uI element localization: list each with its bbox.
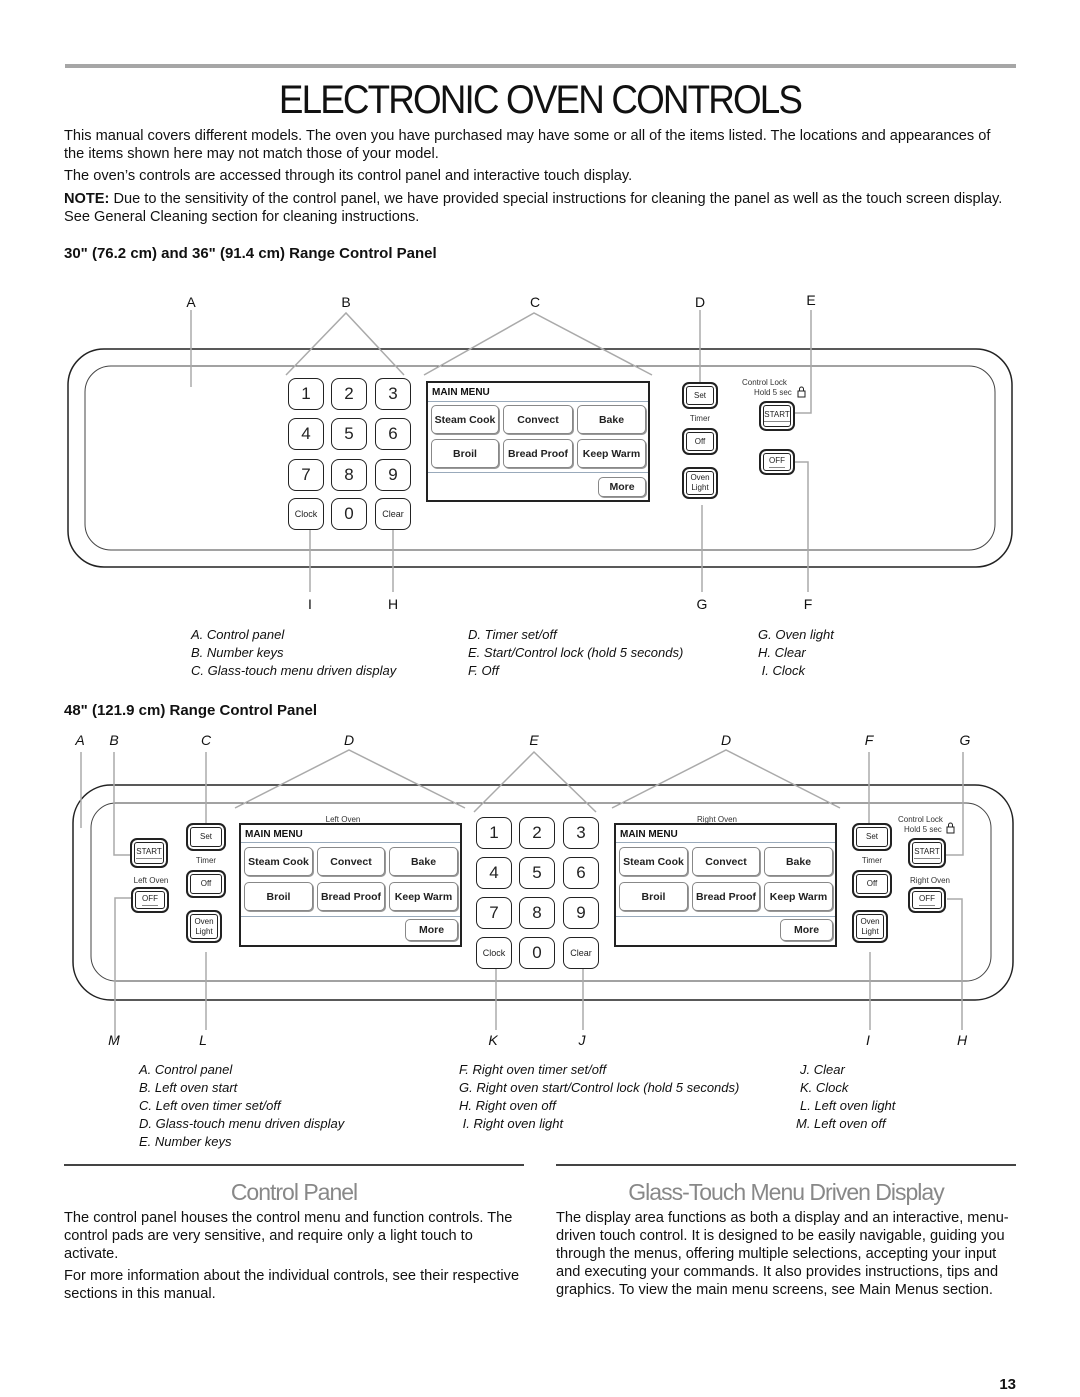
- control-panel-paragraph-1: The control panel houses the control men…: [64, 1210, 513, 1262]
- panel48-label-a: A: [75, 732, 85, 748]
- panel48-left-menu-convect[interactable]: Convect: [317, 847, 385, 876]
- panel48-left-timer-label: Timer: [195, 856, 217, 865]
- panel48-right-menu-steam-cook[interactable]: Steam Cook: [619, 847, 688, 876]
- panel48-label-c: C: [200, 732, 212, 748]
- legend-item: J. Clear: [800, 1062, 845, 1077]
- oven-light-text: Oven Light: [194, 917, 213, 937]
- panel48-right-oven-label: Right Oven: [909, 876, 951, 885]
- panel48-right-timer-label: Timer: [861, 856, 883, 865]
- panel48-label-l: L: [199, 1032, 207, 1048]
- menu-divider: [616, 916, 835, 917]
- panel48-right-timer-set-button[interactable]: Set: [852, 823, 892, 851]
- panel48-key-8[interactable]: 8: [519, 897, 555, 929]
- off-text: OFF: [142, 894, 158, 906]
- control-panel-paragraph-2: For more information about the individua…: [64, 1268, 520, 1302]
- panel48-legend-col1: A. Control panel B. Left oven start C. L…: [139, 1061, 344, 1151]
- menu-divider: [241, 916, 460, 917]
- menu-divider: [241, 842, 460, 843]
- control-lock-line1: Control Lock: [898, 815, 943, 824]
- panel48-label-d-left: D: [343, 732, 355, 748]
- panel48-legend-col3: J. Clear K. Clock L. Left oven light M. …: [796, 1061, 895, 1133]
- control-panel-heading: Control Panel: [230, 1179, 358, 1205]
- oven-light-line1: Oven: [194, 916, 214, 926]
- panel48-key-clock[interactable]: Clock: [476, 937, 512, 969]
- panel48-label-h: H: [956, 1032, 968, 1048]
- oven-light-line2: Light: [861, 926, 879, 936]
- legend-item: B. Left oven start: [139, 1080, 238, 1095]
- panel48-right-menu-header: MAIN MENU: [620, 829, 678, 840]
- off-text: OFF: [919, 894, 935, 906]
- panel48-left-menu-header: MAIN MENU: [245, 829, 303, 840]
- panel48-left-touch-display: MAIN MENU Steam Cook Convect Bake Broil …: [239, 823, 462, 947]
- panel48-right-menu-convect[interactable]: Convect: [692, 847, 760, 876]
- legend-item: G. Right oven start/Control lock (hold 5…: [459, 1080, 740, 1095]
- legend-item: C. Left oven timer set/off: [139, 1098, 281, 1113]
- panel48-key-7[interactable]: 7: [476, 897, 512, 929]
- panel48-left-menu-bread-proof[interactable]: Bread Proof: [317, 882, 385, 911]
- panel48-label-k: K: [488, 1032, 498, 1048]
- panel48-right-menu-keep-warm[interactable]: Keep Warm: [764, 882, 833, 911]
- panel48-left-oven-light-button[interactable]: Oven Light: [186, 910, 222, 943]
- legend-item: I. Right oven light: [459, 1116, 564, 1131]
- panel48-control-lock-label: Control Lock Hold 5 sec: [898, 815, 968, 835]
- panel48-legend-col2: F. Right oven timer set/off G. Right ove…: [459, 1061, 739, 1133]
- panel48-left-timer-off-button[interactable]: Off: [186, 870, 226, 898]
- panel48-left-menu-broil[interactable]: Broil: [244, 882, 313, 911]
- menu-divider: [616, 842, 835, 843]
- panel48-right-oven-light-button[interactable]: Oven Light: [852, 910, 888, 943]
- panel48-left-off-button[interactable]: OFF: [131, 887, 169, 913]
- panel48-left-menu-keep-warm[interactable]: Keep Warm: [389, 882, 458, 911]
- legend-item: E. Number keys: [139, 1134, 232, 1149]
- panel48-left-menu-bake[interactable]: Bake: [389, 847, 458, 876]
- panel48-key-9[interactable]: 9: [563, 897, 599, 929]
- panel48-label-g: G: [959, 732, 971, 748]
- legend-item: F. Right oven timer set/off: [459, 1062, 607, 1077]
- start-text: START: [136, 847, 162, 859]
- panel48-left-menu-more[interactable]: More: [405, 919, 458, 941]
- glass-touch-heading: Glass-Touch Menu Driven Display: [628, 1179, 944, 1205]
- section-rule-right: [556, 1164, 1016, 1166]
- legend-item: K. Clock: [800, 1080, 849, 1095]
- panel48-key-clear[interactable]: Clear: [563, 937, 599, 969]
- control-lock-line2: Hold 5 sec: [904, 825, 942, 834]
- panel48-right-timer-off-button[interactable]: Off: [852, 870, 892, 898]
- panel48-key-2[interactable]: 2: [519, 817, 555, 849]
- panel48-key-4[interactable]: 4: [476, 857, 512, 889]
- panel48-label-i: I: [866, 1032, 870, 1048]
- panel48-right-menu-broil[interactable]: Broil: [619, 882, 688, 911]
- oven-light-line2: Light: [195, 926, 213, 936]
- section-rule-left: [64, 1164, 524, 1166]
- panel48-label-f: F: [864, 732, 874, 748]
- legend-item: D. Glass-touch menu driven display: [139, 1116, 345, 1131]
- legend-item: H. Right oven off: [459, 1098, 556, 1113]
- start-text: START: [914, 847, 940, 859]
- panel48-right-start-button[interactable]: START: [908, 838, 946, 868]
- panel48-left-timer-set-button[interactable]: Set: [186, 823, 226, 851]
- panel48-key-1[interactable]: 1: [476, 817, 512, 849]
- panel48-left-menu-steam-cook[interactable]: Steam Cook: [244, 847, 313, 876]
- panel48-key-0[interactable]: 0: [519, 937, 555, 969]
- oven-light-text: Oven Light: [860, 917, 879, 937]
- panel48-right-off-button[interactable]: OFF: [908, 887, 946, 913]
- panel48-label-e: E: [529, 732, 539, 748]
- panel48-key-5[interactable]: 5: [519, 857, 555, 889]
- panel48-right-menu-more[interactable]: More: [780, 919, 833, 941]
- panel48-right-touch-display: MAIN MENU Steam Cook Convect Bake Broil …: [614, 823, 837, 947]
- panel48-right-menu-bake[interactable]: Bake: [764, 847, 833, 876]
- legend-item: L. Left oven light: [800, 1098, 896, 1113]
- panel48-key-3[interactable]: 3: [563, 817, 599, 849]
- panel48-key-6[interactable]: 6: [563, 857, 599, 889]
- panel48-label-d-right: D: [720, 732, 732, 748]
- panel48-left-oven-label: Left Oven: [133, 876, 169, 885]
- panel48-left-start-button[interactable]: START: [130, 838, 168, 868]
- glass-touch-paragraph: The display area functions as both a dis…: [556, 1210, 1009, 1298]
- panel48-label-j: J: [578, 1032, 586, 1048]
- legend-item: M. Left oven off: [796, 1116, 886, 1131]
- page-number: 13: [999, 1376, 1016, 1393]
- legend-item: A. Control panel: [139, 1062, 233, 1077]
- panel48-label-m: M: [108, 1032, 120, 1048]
- panel48-right-menu-bread-proof[interactable]: Bread Proof: [692, 882, 760, 911]
- oven-light-line1: Oven: [860, 916, 880, 926]
- panel48-label-b: B: [109, 732, 119, 748]
